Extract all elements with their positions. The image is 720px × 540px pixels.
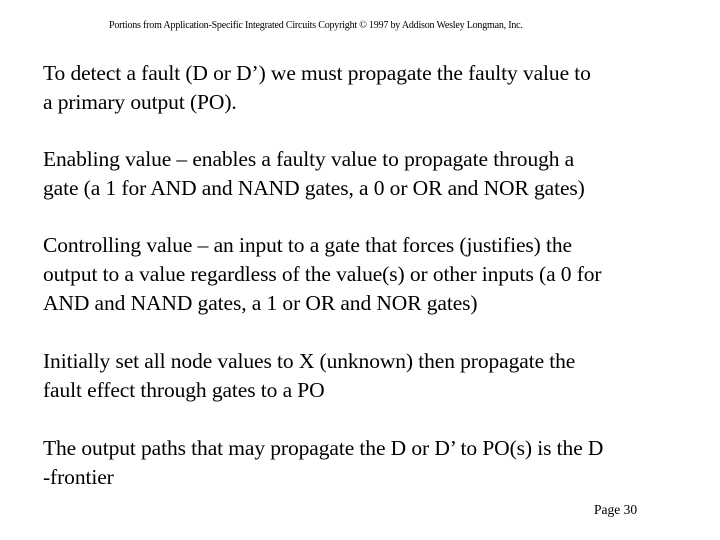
- text-line: Initially set all node values to X (unkn…: [43, 349, 576, 373]
- text-line: output to a value regardless of the valu…: [43, 262, 602, 286]
- text-line: gate (a 1 for AND and NAND gates, a 0 or…: [43, 176, 585, 200]
- paragraph-controlling-value: Controlling value – an input to a gate t…: [43, 231, 703, 318]
- text-line: Controlling value – an input to a gate t…: [43, 233, 572, 257]
- text-line: To detect a fault (D or D’) we must prop…: [43, 61, 591, 85]
- text-line: fault effect through gates to a PO: [43, 378, 325, 402]
- paragraph-enabling-value: Enabling value – enables a faulty value …: [43, 145, 703, 203]
- paragraph-fault-detection: To detect a fault (D or D’) we must prop…: [43, 59, 703, 117]
- text-line: Enabling value – enables a faulty value …: [43, 147, 575, 171]
- text-line: -frontier: [43, 465, 114, 489]
- copyright-notice: Portions from Application-Specific Integ…: [109, 20, 523, 31]
- text-line: AND and NAND gates, a 1 or OR and NOR ga…: [43, 291, 478, 315]
- paragraph-d-frontier: The output paths that may propagate the …: [43, 434, 703, 492]
- text-line: The output paths that may propagate the …: [43, 436, 604, 460]
- page-number: Page 30: [594, 502, 638, 517]
- paragraph-initial-values: Initially set all node values to X (unkn…: [43, 347, 703, 405]
- text-line: a primary output (PO).: [43, 90, 237, 114]
